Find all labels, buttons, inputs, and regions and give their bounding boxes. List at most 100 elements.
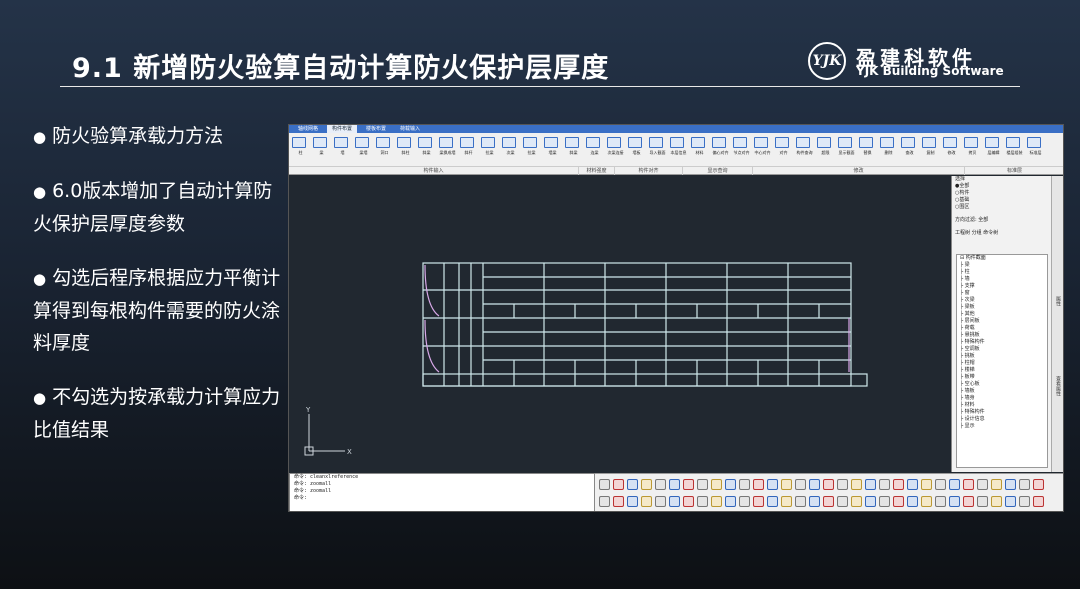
toolbar-icon[interactable] [697,479,708,490]
tree-node[interactable]: ├ 窗 [957,290,1047,297]
toolbar-icon[interactable] [753,496,764,507]
toolbar-icon[interactable] [1005,479,1016,490]
ribbon-tool-button[interactable]: 墙梁 [543,135,562,161]
tree-node[interactable]: ├ 显示 [957,423,1047,430]
ribbon-tool-button[interactable]: 节点对齐 [732,135,751,161]
ribbon-tool-button[interactable]: 墙板 [627,135,646,161]
tree-node[interactable]: ├ 材料 [957,402,1047,409]
toolbar-icon[interactable] [599,496,610,507]
toolbar-icon[interactable] [809,479,820,490]
ribbon-tool-button[interactable]: 替换 [858,135,877,161]
toolbar-icon[interactable] [823,496,834,507]
radio-all[interactable]: ●全部 [952,183,1051,190]
toolbar-icon[interactable] [865,496,876,507]
tree-node[interactable]: ├ 层间板 [957,318,1047,325]
toolbar-icon[interactable] [1019,479,1030,490]
vbar-label[interactable]: 查看属性 [1055,376,1062,396]
tree-node[interactable]: ├ 梁 [957,262,1047,269]
toolbar-icon[interactable] [683,496,694,507]
toolbar-icon[interactable] [641,496,652,507]
toolbar-icon[interactable] [809,496,820,507]
tree-node[interactable]: ⊟ 构件截面 [957,255,1047,262]
panel-tabs[interactable]: 工程树 分组 命令树 [952,230,1051,237]
tree-node[interactable]: ├ 墙板 [957,388,1047,395]
toolbar-icon[interactable] [641,479,652,490]
ribbon-tool-button[interactable]: 梁墙 [354,135,373,161]
tree-node[interactable]: ├ 挑板 [957,353,1047,360]
toolbar-icon[interactable] [613,479,624,490]
toolbar-icon[interactable] [627,496,638,507]
toolbar-icon[interactable] [753,479,764,490]
toolbar-icon[interactable] [1019,496,1030,507]
radio-foundation[interactable]: ○基础 [952,197,1051,204]
toolbar-icon[interactable] [949,496,960,507]
ribbon-tool-button[interactable]: 复制 [921,135,940,161]
toolbar-icon[interactable] [977,479,988,490]
ribbon-tool-button[interactable]: 梁 [312,135,331,161]
toolbar-icon[interactable] [879,479,890,490]
ribbon-tool-button[interactable]: 次梁 [501,135,520,161]
ribbon-tool-button[interactable]: 导入截面 [648,135,667,161]
toolbar-icon[interactable] [781,479,792,490]
toolbar-icon[interactable] [781,496,792,507]
toolbar-icon[interactable] [837,479,848,490]
toolbar-icon[interactable] [893,496,904,507]
ribbon-tool-button[interactable]: 斜梁 [417,135,436,161]
ribbon-tool-button[interactable]: 偏心对齐 [711,135,730,161]
toolbar-icon[interactable] [739,496,750,507]
toolbar-icon[interactable] [907,479,918,490]
toolbar-icon[interactable] [655,496,666,507]
tab-grid[interactable]: 轴线网格 [293,125,323,133]
ribbon-tool-button[interactable]: 楼层组装 [1005,135,1024,161]
toolbar-icon[interactable] [725,496,736,507]
toolbar-icon[interactable] [879,496,890,507]
tree-node[interactable]: ├ 设计信息 [957,416,1047,423]
vbar-label[interactable]: 属性 [1055,296,1062,306]
toolbar-icon[interactable] [921,479,932,490]
toolbar-icon[interactable] [697,496,708,507]
toolbar-icon[interactable] [837,496,848,507]
toolbar-icon[interactable] [865,479,876,490]
toolbar-icon[interactable] [683,479,694,490]
toolbar-icon[interactable] [935,479,946,490]
ribbon-tool-button[interactable]: 拷贝 [963,135,982,161]
toolbar-icon[interactable] [949,479,960,490]
tree-node[interactable]: ├ 墙 [957,276,1047,283]
toolbar-icon[interactable] [627,479,638,490]
toolbar-icon[interactable] [767,479,778,490]
toolbar-icon[interactable] [599,479,610,490]
ribbon-tool-button[interactable]: 连梁 [585,135,604,161]
toolbar-icon[interactable] [991,496,1002,507]
toolbar-icon[interactable] [795,496,806,507]
tree-node[interactable]: ├ 楼梯 [957,367,1047,374]
ribbon-tool-button[interactable]: 洞口 [375,135,394,161]
ribbon-tool-button[interactable]: 柱 [291,135,310,161]
toolbar-icon[interactable] [921,496,932,507]
drawing-canvas[interactable]: Y X [289,176,951,472]
toolbar-icon[interactable] [907,496,918,507]
tab-member-layout[interactable]: 构件布置 [327,125,358,133]
toolbar-icon[interactable] [1033,496,1044,507]
ribbon-tool-button[interactable]: 次梁连接 [606,135,625,161]
ribbon-tool-button[interactable]: 梁换成墙 [438,135,457,161]
toolbar-icon[interactable] [613,496,624,507]
toolbar-icon[interactable] [991,479,1002,490]
ribbon-tool-button[interactable]: 查改 [900,135,919,161]
command-prompt[interactable]: 命令: [290,495,594,502]
toolbar-icon[interactable] [977,496,988,507]
tree-node[interactable]: ├ 其他 [957,311,1047,318]
tree-node[interactable]: ├ 板带 [957,374,1047,381]
ribbon-tool-button[interactable]: 删除 [879,135,898,161]
toolbar-icon[interactable] [935,496,946,507]
direction-filter[interactable]: 方向过滤: 全部 [952,217,1051,224]
ribbon-tool-button[interactable]: 本层信息 [669,135,688,161]
toolbar-icon[interactable] [795,479,806,490]
toolbar-icon[interactable] [963,496,974,507]
tree-node[interactable]: ├ 特殊构件 [957,409,1047,416]
ribbon-tool-button[interactable]: 中心对齐 [753,135,772,161]
tree-node[interactable]: ├ 支撑 [957,283,1047,290]
toolbar-icon[interactable] [851,479,862,490]
tree-node[interactable]: ├ 梁板 [957,304,1047,311]
tree-node[interactable]: ├ 柱 [957,269,1047,276]
ribbon-tool-button[interactable]: 修改 [942,135,961,161]
